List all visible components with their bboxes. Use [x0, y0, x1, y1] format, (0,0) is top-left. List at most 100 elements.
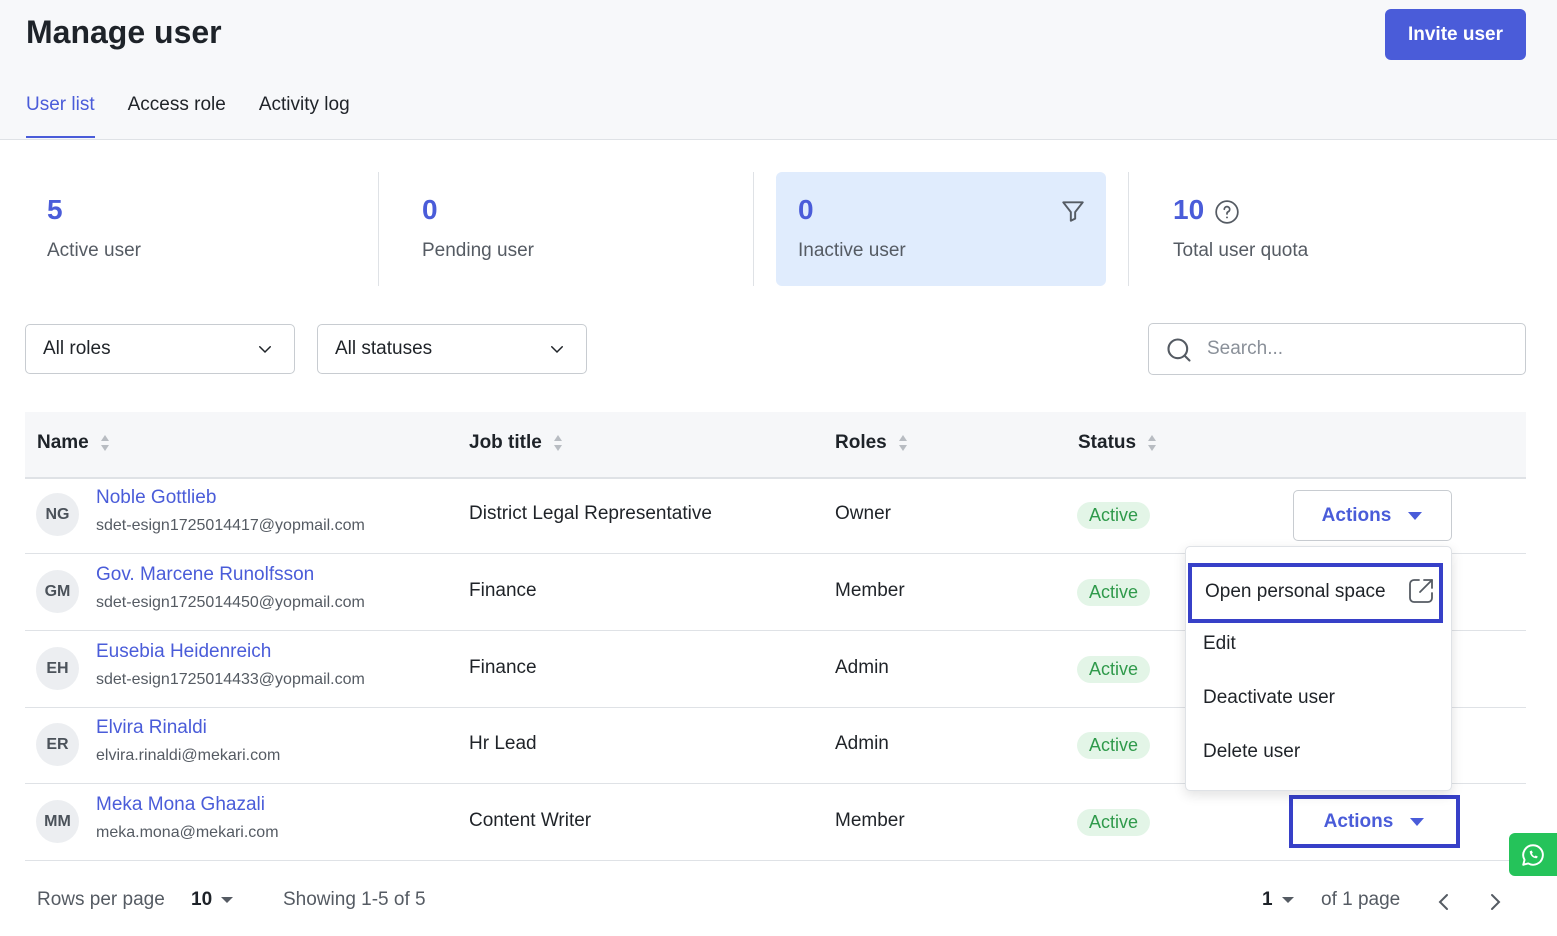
user-email: elvira.rinaldi@mekari.com — [96, 747, 281, 764]
sort-icon — [100, 435, 109, 451]
actions-label: Actions — [1321, 504, 1392, 526]
page-select[interactable]: 1 — [1262, 889, 1295, 911]
status-badge: Active — [1077, 502, 1151, 529]
user-name-link[interactable]: Meka Mona Ghazali — [96, 794, 265, 816]
job-title: Hr Lead — [469, 733, 537, 754]
column-label: Roles — [835, 432, 887, 453]
user-name-link[interactable]: Eusebia Heidenreich — [96, 641, 271, 663]
chevron-down-icon — [259, 346, 271, 354]
tab-access-role[interactable]: Access role — [128, 94, 226, 138]
role: Admin — [835, 733, 889, 754]
search-input[interactable] — [1207, 332, 1507, 366]
user-name-link[interactable]: Elvira Rinaldi — [96, 717, 207, 739]
stat-pending-user[interactable]: 0 Pending user — [400, 172, 753, 286]
stat-value-wrap: 10 — [1173, 194, 1240, 226]
role: Admin — [835, 657, 889, 678]
column-header-status[interactable]: Status — [1078, 432, 1158, 454]
filter-icon[interactable] — [1060, 198, 1086, 224]
job-title: Finance — [469, 657, 537, 678]
stats-panel: 5 Active user 0 Pending user 0 Inactive … — [25, 172, 1526, 286]
status-badge: Active — [1077, 732, 1151, 759]
stat-active-user[interactable]: 5 Active user — [25, 172, 378, 286]
actions-button[interactable]: Actions — [1289, 795, 1460, 848]
rows-per-page-select[interactable]: 10 — [191, 889, 234, 911]
job-title: Content Writer — [469, 810, 592, 831]
avatar: MM — [36, 800, 79, 843]
status-badge: Active — [1077, 656, 1151, 683]
menu-item-label: Open personal space — [1205, 581, 1386, 602]
stat-label: Active user — [47, 240, 141, 261]
rows-per-page-value: 10 — [191, 889, 213, 910]
stat-value: 0 — [422, 194, 438, 225]
whatsapp-button[interactable] — [1509, 833, 1557, 876]
menu-item-edit[interactable]: Edit — [1203, 633, 1236, 655]
caret-down-icon — [1281, 897, 1294, 903]
divider — [753, 172, 754, 286]
sort-icon — [553, 435, 562, 451]
status-badge: Active — [1077, 579, 1151, 606]
stat-label: Pending user — [422, 240, 534, 261]
table-header: Name Job title Roles Status — [25, 412, 1526, 479]
invite-user-button[interactable]: Invite user — [1385, 9, 1526, 60]
role: Owner — [835, 503, 891, 524]
stat-value: 5 — [47, 194, 63, 225]
stat-value: 0 — [798, 194, 814, 225]
job-title: District Legal Representative — [469, 503, 712, 524]
page-count: of 1 page — [1321, 889, 1401, 910]
tab-bar: User list Access role Activity log — [26, 94, 383, 138]
search-box — [1148, 323, 1526, 375]
table-row: NG Noble Gottlieb sdet-esign1725014417@y… — [25, 477, 1526, 554]
menu-item-open-personal-space[interactable]: Open personal space — [1188, 563, 1443, 623]
avatar: EH — [36, 647, 79, 690]
stat-label: Inactive user — [798, 240, 906, 261]
sort-icon — [1148, 435, 1157, 451]
table-row: MM Meka Mona Ghazali meka.mona@mekari.co… — [25, 784, 1526, 861]
column-label: Name — [37, 432, 89, 453]
caret-down-icon — [1410, 817, 1425, 826]
stat-label: Total user quota — [1173, 240, 1309, 261]
whatsapp-icon — [1522, 843, 1544, 866]
menu-item-deactivate-user[interactable]: Deactivate user — [1203, 687, 1335, 709]
search-icon — [1167, 338, 1191, 362]
stat-total-quota: 10 Total user quota — [1151, 172, 1526, 286]
current-page: 1 — [1262, 889, 1273, 910]
actions-button[interactable]: Actions — [1293, 490, 1452, 541]
chevron-right-icon[interactable] — [1484, 890, 1506, 914]
sort-icon — [898, 435, 907, 451]
rows-per-page-label: Rows per page — [37, 889, 165, 910]
column-header-name[interactable]: Name — [37, 432, 111, 454]
page-title: Manage user — [26, 14, 222, 50]
chevron-left-icon[interactable] — [1433, 890, 1455, 914]
help-circle-icon[interactable] — [1214, 199, 1240, 225]
statuses-filter-select[interactable]: All statuses — [317, 324, 587, 374]
showing-count: Showing 1-5 of 5 — [283, 889, 426, 910]
actions-dropdown-menu: Open personal space Edit Deactivate user… — [1185, 546, 1452, 791]
menu-item-delete-user[interactable]: Delete user — [1203, 741, 1300, 763]
status-badge: Active — [1077, 809, 1151, 836]
caret-down-icon — [1408, 511, 1423, 520]
stat-inactive-user[interactable]: 0 Inactive user — [776, 172, 1106, 286]
roles-filter-value: All roles — [43, 338, 111, 359]
page-header: Manage user Invite user User list Access… — [0, 0, 1557, 140]
avatar: GM — [36, 570, 79, 613]
user-name-link[interactable]: Noble Gottlieb — [96, 487, 216, 509]
divider — [378, 172, 379, 286]
tab-activity-log[interactable]: Activity log — [259, 94, 350, 138]
column-header-job-title[interactable]: Job title — [469, 432, 564, 454]
column-label: Job title — [469, 432, 542, 453]
roles-filter-select[interactable]: All roles — [25, 324, 295, 374]
user-name-link[interactable]: Gov. Marcene Runolfsson — [96, 564, 314, 586]
role: Member — [835, 810, 905, 831]
divider — [1128, 172, 1129, 286]
external-link-icon — [1409, 579, 1433, 603]
stat-value: 10 — [1173, 194, 1205, 225]
column-label: Status — [1078, 432, 1137, 453]
user-email: sdet-esign1725014450@yopmail.com — [96, 594, 365, 611]
tab-user-list[interactable]: User list — [26, 94, 95, 138]
chevron-down-icon — [551, 346, 563, 354]
actions-label: Actions — [1323, 810, 1394, 832]
column-header-roles[interactable]: Roles — [835, 432, 909, 454]
role: Member — [835, 580, 905, 601]
avatar: ER — [36, 723, 79, 766]
avatar: NG — [36, 493, 79, 536]
